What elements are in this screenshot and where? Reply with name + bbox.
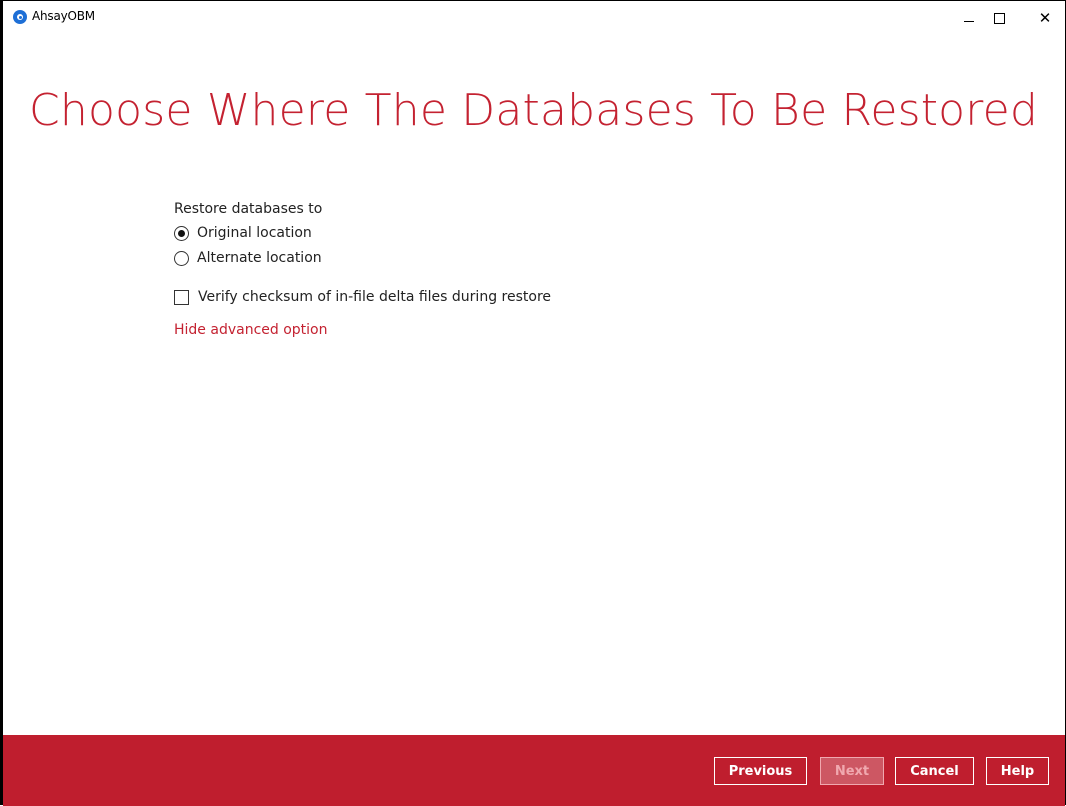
radio-original-location[interactable]: Original location [174,225,312,241]
maximize-icon [993,12,1005,24]
verify-checksum-label: Verify checksum of in-file delta files d… [198,289,552,305]
radio-label-alternate-location: Alternate location [197,250,322,266]
restore-destination-label: Restore databases to [174,201,323,217]
close-button[interactable]: ✕ [1025,5,1065,31]
help-button[interactable]: Help [986,757,1049,785]
radio-button-unselected[interactable] [174,250,189,266]
ahsay-logo-icon [13,10,27,24]
radio-label-original-location: Original location [197,225,312,241]
maximize-button[interactable] [979,5,1019,31]
verify-checksum-checkbox[interactable] [174,289,189,305]
page-title: Choose Where The Databases To Be Restore… [29,85,1039,136]
radio-button-selected[interactable] [174,225,189,241]
next-button[interactable]: Next [820,757,884,785]
verify-checksum-option[interactable]: Verify checksum of in-file delta files d… [174,289,551,305]
radio-alternate-location[interactable]: Alternate location [174,250,322,266]
wizard-footer: Previous Next Cancel Help [3,735,1065,806]
previous-button[interactable]: Previous [714,757,807,785]
title-bar[interactable]: AhsayOBM ✕ [3,1,1065,33]
window-title: AhsayOBM [32,9,95,23]
cancel-button[interactable]: Cancel [895,757,974,785]
app-window: AhsayOBM ✕ Choose Where The Databases To… [0,0,1066,806]
hide-advanced-option-link[interactable]: Hide advanced option [174,322,328,338]
minimize-icon [964,20,974,22]
close-icon: ✕ [1038,8,1052,27]
